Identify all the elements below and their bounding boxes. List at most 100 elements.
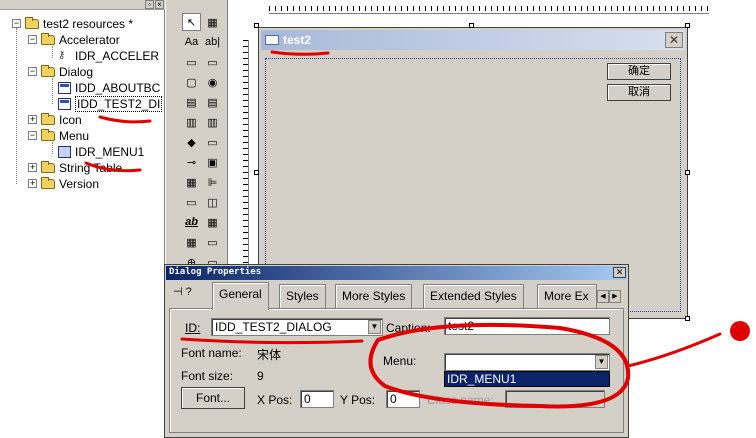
resize-handle[interactable] xyxy=(685,170,690,175)
design-dialog-titlebar: test2 ✕ xyxy=(261,30,685,50)
resize-handle[interactable] xyxy=(254,170,259,175)
expand-icon[interactable]: + xyxy=(28,179,37,188)
expand-icon[interactable]: + xyxy=(28,163,37,172)
tree-item-menu[interactable]: − Menu xyxy=(28,128,89,143)
group-box-tool-icon[interactable]: ▭ xyxy=(182,53,201,71)
tab-more-styles[interactable]: More Styles xyxy=(335,284,413,308)
tab-styles[interactable]: Styles xyxy=(279,284,326,308)
restore-icon[interactable]: ▫ xyxy=(145,0,154,9)
tree-item-label: IDD_ABOUTBC xyxy=(75,80,161,95)
caption-value: test2 xyxy=(448,319,475,333)
resource-view-panel: ▫ × − test2 resources * − Accelerator ⚷ … xyxy=(0,0,165,438)
edit-box-tool-icon[interactable]: ab| xyxy=(203,33,222,51)
combo-box-tool-icon[interactable]: ▤ xyxy=(182,93,201,111)
resize-handle[interactable] xyxy=(685,23,690,28)
x-pos-value: 0 xyxy=(304,392,311,406)
tree-item-icon[interactable]: + Icon xyxy=(28,112,82,127)
collapse-icon[interactable]: − xyxy=(12,19,21,28)
y-pos-field[interactable]: 0 xyxy=(386,390,420,408)
id-label: ID: xyxy=(185,321,201,335)
button-tool-icon[interactable]: ▭ xyxy=(203,53,222,71)
font-name-label: Font name: xyxy=(181,346,242,360)
collapse-icon[interactable]: − xyxy=(28,67,37,76)
folder-icon xyxy=(41,64,55,77)
collapse-icon[interactable]: − xyxy=(28,35,37,44)
tree-item-root[interactable]: − test2 resources * xyxy=(12,16,133,31)
tree-item-idr-menu1[interactable]: IDR_MENU1 xyxy=(58,144,144,159)
key-icon: ⚷ xyxy=(58,50,66,61)
collapse-icon[interactable]: − xyxy=(28,131,37,140)
menu-dropdown-list[interactable]: IDR_MENU1 xyxy=(444,371,610,387)
picture-tool-icon[interactable]: ▦ xyxy=(203,13,222,31)
properties-titlebar: Dialog Properties ✕ xyxy=(166,266,627,280)
horizontal-scrollbar-tool-icon[interactable]: ▥ xyxy=(182,113,201,131)
caption-label: Caption: xyxy=(386,321,431,335)
list-box-tool-icon[interactable]: ▤ xyxy=(203,93,222,111)
id-combo[interactable]: IDD_TEST2_DIALOG ▼ xyxy=(211,318,383,336)
menu-combo[interactable]: ▼ xyxy=(444,353,610,371)
tree-root-label: test2 resources * xyxy=(43,16,134,31)
close-icon[interactable]: × xyxy=(155,0,164,9)
close-icon[interactable]: ✕ xyxy=(613,267,626,278)
font-name-value: 宋体 xyxy=(257,348,282,362)
tree-item-dialog[interactable]: − Dialog xyxy=(28,64,93,79)
properties-title: Dialog Properties xyxy=(169,267,262,277)
tab-more-extended-styles[interactable]: More Ex xyxy=(537,284,597,308)
close-icon[interactable]: ✕ xyxy=(665,32,683,48)
tree-item-idr-accelerator[interactable]: ⚷ IDR_ACCELER xyxy=(58,48,159,63)
pointer-tool-icon[interactable]: ↖ xyxy=(182,13,201,31)
tab-extended-styles[interactable]: Extended Styles xyxy=(423,284,524,308)
month-calendar-tool-icon[interactable]: ▦ xyxy=(182,233,201,251)
date-time-tool-icon[interactable]: ▦ xyxy=(203,213,222,231)
animate-tool-icon[interactable]: ◫ xyxy=(203,193,222,211)
check-box-tool-icon[interactable]: ▢ xyxy=(182,73,201,91)
tab-control-tool-icon[interactable]: ▭ xyxy=(182,193,201,211)
chevron-down-icon[interactable]: ▼ xyxy=(368,320,381,334)
tree-control-tool-icon[interactable]: ⊫ xyxy=(203,173,222,191)
ok-button[interactable]: 确定 xyxy=(607,63,671,80)
design-dialog-title: test2 xyxy=(283,33,312,47)
tree-item-accelerator[interactable]: − Accelerator xyxy=(28,32,120,47)
folder-icon xyxy=(25,16,39,29)
caption-field[interactable]: test2 xyxy=(444,317,610,335)
vertical-scrollbar-tool-icon[interactable]: ▥ xyxy=(203,113,222,131)
hot-key-tool-icon[interactable]: ▣ xyxy=(203,153,222,171)
chevron-down-icon[interactable]: ▼ xyxy=(595,355,608,369)
slider-tool-icon[interactable]: ⊸ xyxy=(182,153,201,171)
tab-general[interactable]: General xyxy=(212,282,269,310)
tree-item-label: String Table xyxy=(59,160,123,175)
x-pos-label: X Pos: xyxy=(257,393,293,407)
tree-item-idd-test2-dialog[interactable]: IDD_TEST2_DI xyxy=(58,95,163,112)
tab-scroll-right-icon[interactable]: ▶ xyxy=(609,290,621,303)
static-text-tool-icon[interactable]: Aa xyxy=(182,33,201,51)
tree-item-string-table[interactable]: + String Table xyxy=(28,160,122,175)
font-button[interactable]: Font... xyxy=(181,387,245,409)
tab-scroll-left-icon[interactable]: ◀ xyxy=(597,290,609,303)
tree-item-version[interactable]: + Version xyxy=(28,176,99,191)
rich-edit-tool-icon[interactable]: ab xyxy=(182,213,201,231)
radio-button-tool-icon[interactable]: ◉ xyxy=(203,73,222,91)
tree-item-label: IDR_MENU1 xyxy=(75,144,145,159)
list-control-tool-icon[interactable]: ▦ xyxy=(182,173,201,191)
class-name-field xyxy=(505,390,605,408)
tree-item-idd-aboutbox[interactable]: IDD_ABOUTBC xyxy=(58,80,160,95)
expand-icon[interactable]: + xyxy=(28,115,37,124)
dialog-resource-icon xyxy=(58,97,71,110)
resize-handle[interactable] xyxy=(254,23,259,28)
resize-handle[interactable] xyxy=(469,23,474,28)
spin-tool-icon[interactable]: ◆ xyxy=(182,133,201,151)
dialog-properties-window: Dialog Properties ✕ ⊣ ? General Styles M… xyxy=(164,264,629,438)
folder-icon xyxy=(41,128,55,141)
resource-view-titlebar: ▫ × xyxy=(0,0,165,10)
tree-item-label: Icon xyxy=(59,112,82,127)
resize-handle[interactable] xyxy=(685,316,690,321)
menu-label: Menu: xyxy=(383,354,417,368)
x-pos-field[interactable]: 0 xyxy=(300,390,334,408)
pin-help-icon[interactable]: ⊣ ? xyxy=(173,285,192,298)
ip-address-tool-icon[interactable]: ▭ xyxy=(203,233,222,251)
cancel-button[interactable]: 取消 xyxy=(607,84,671,101)
folder-icon xyxy=(41,160,55,173)
progress-tool-icon[interactable]: ▭ xyxy=(203,133,222,151)
menu-option-idr-menu1[interactable]: IDR_MENU1 xyxy=(445,372,609,386)
folder-icon xyxy=(41,176,55,189)
